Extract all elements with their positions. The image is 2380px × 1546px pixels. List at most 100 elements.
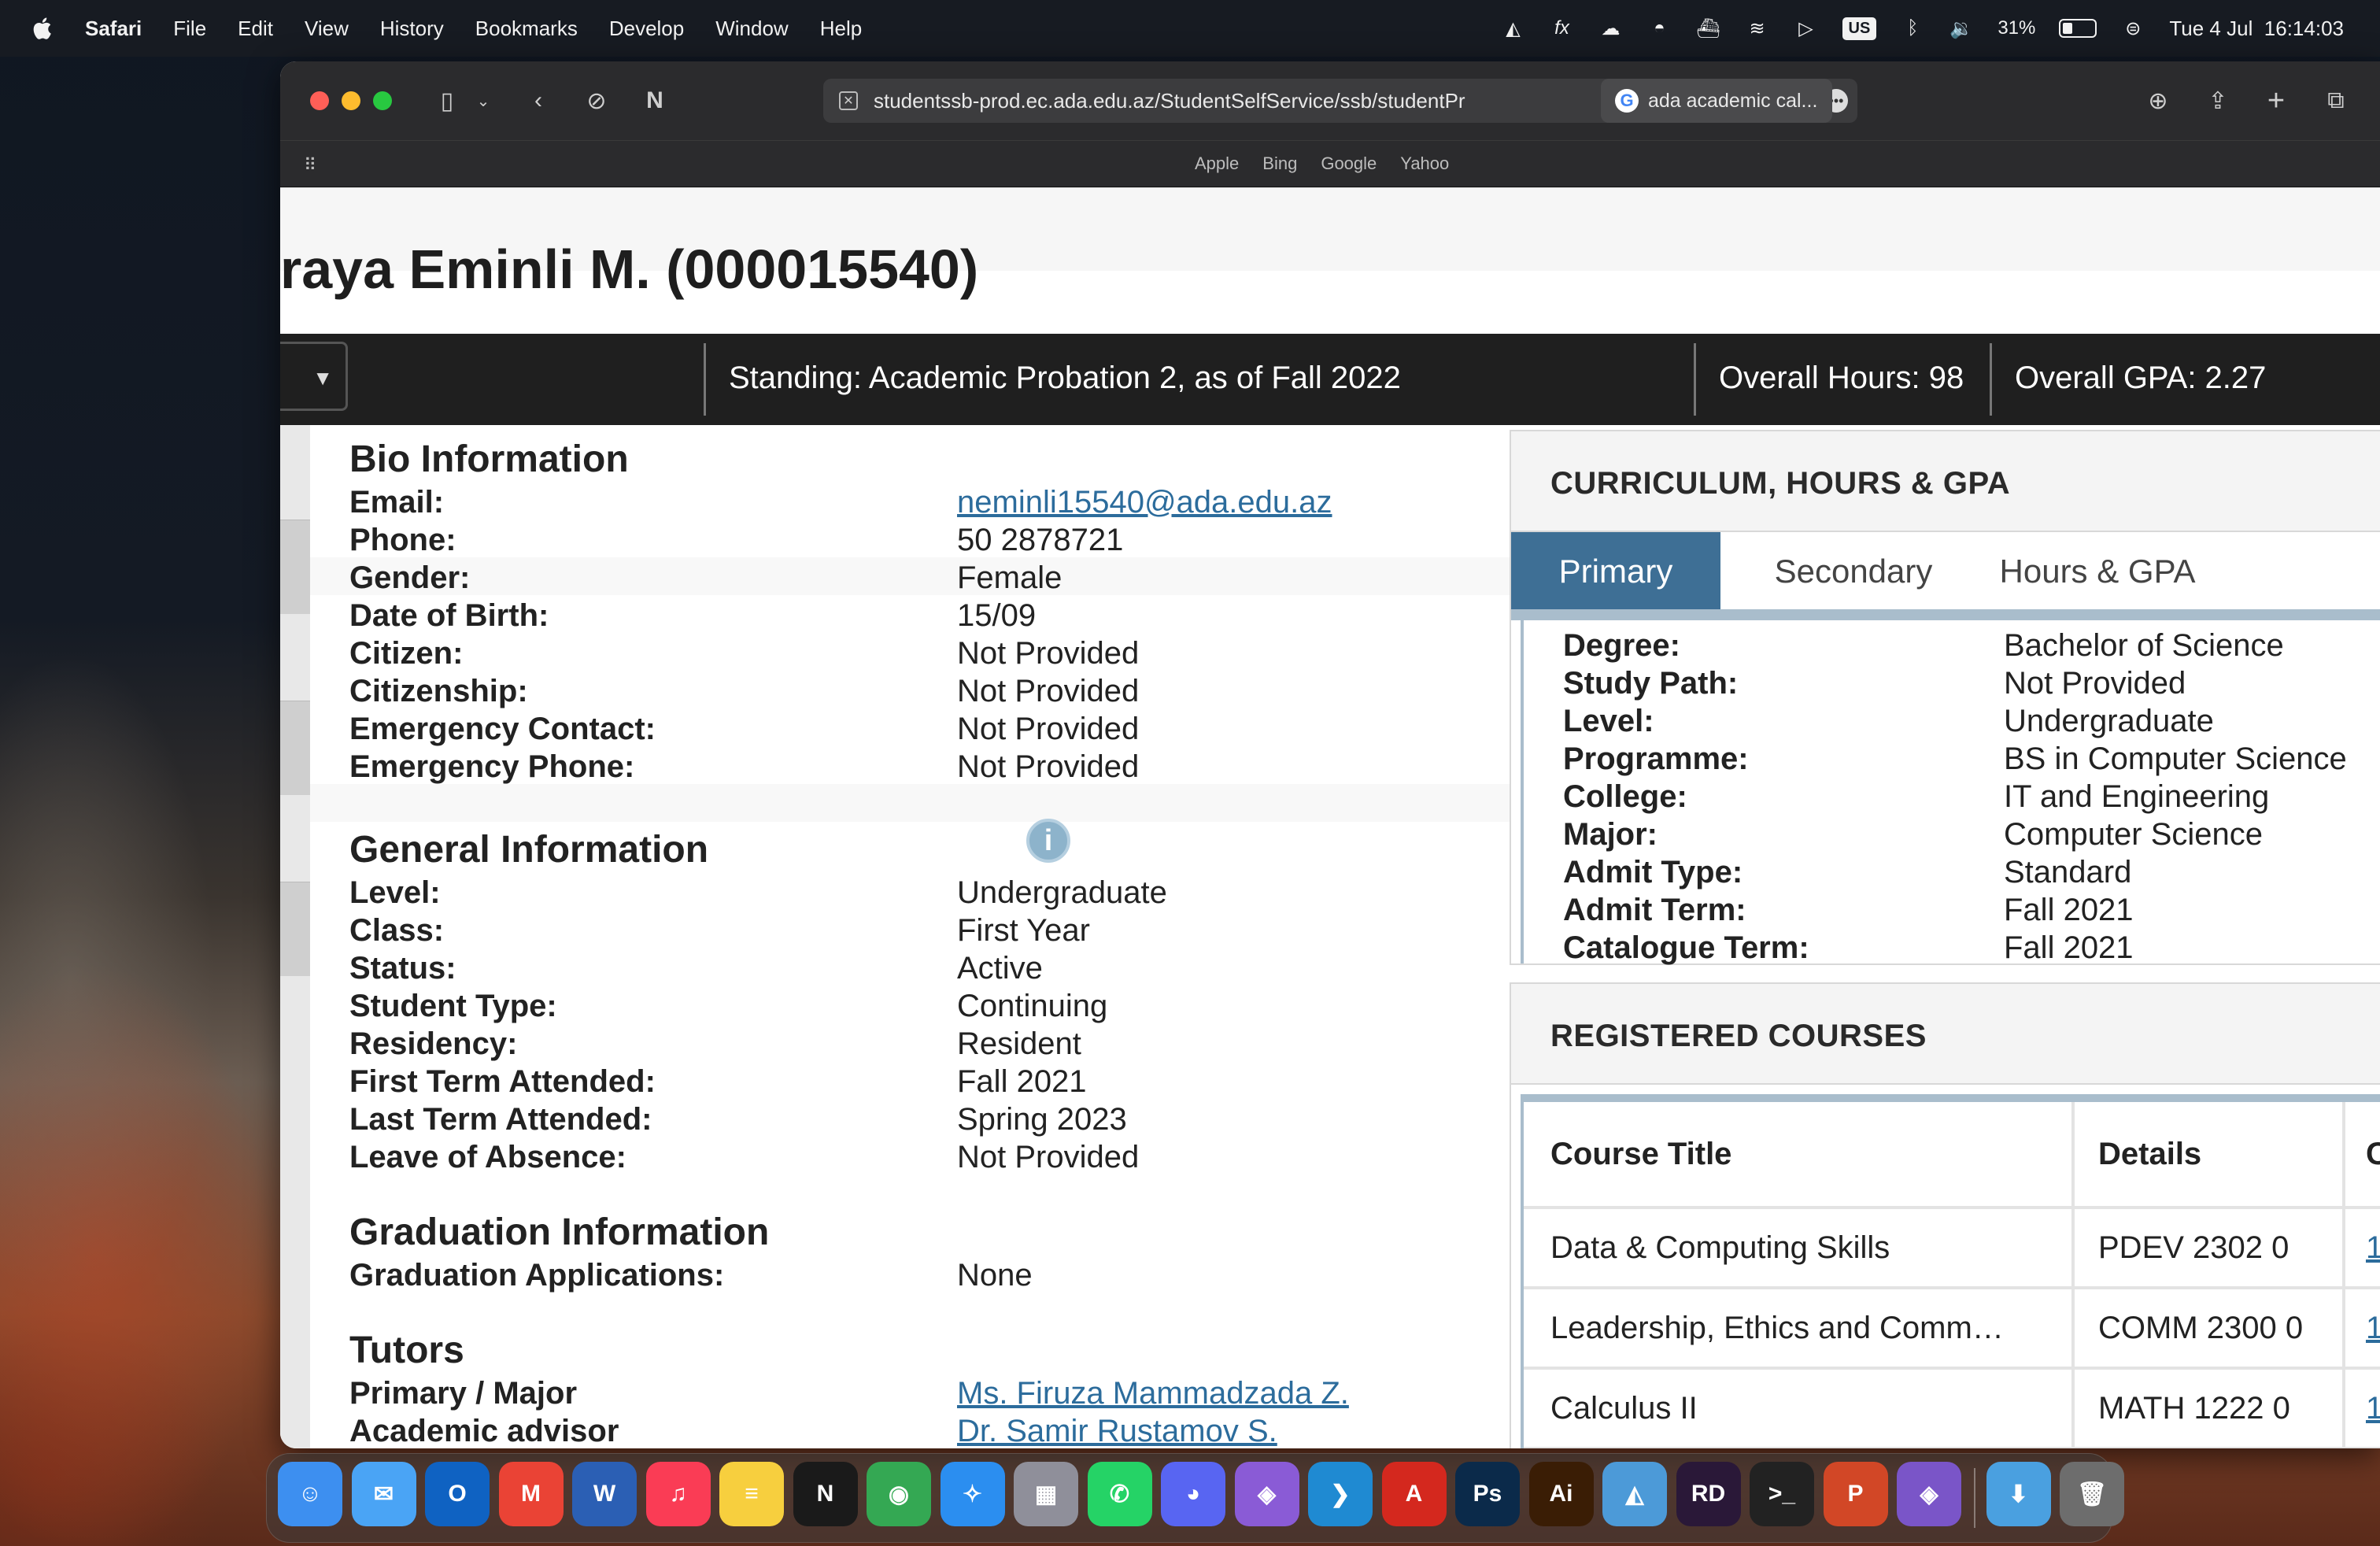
rail-segment[interactable]: [280, 701, 310, 795]
field-label: Level:: [349, 875, 441, 910]
docker-icon[interactable]: ⛴: [1696, 16, 1721, 41]
course-crn-link[interactable]: 1(: [2366, 1209, 2380, 1286]
course-crn-link[interactable]: 1(: [2366, 1289, 2380, 1367]
dock-app-gmail-icon[interactable]: M: [498, 1462, 564, 1526]
input-source-badge[interactable]: US: [1842, 17, 1877, 40]
favorite-yahoo[interactable]: Yahoo: [1400, 153, 1449, 174]
menu-app-name[interactable]: Safari: [85, 17, 142, 41]
safari-extension-icon[interactable]: ⊘: [579, 83, 614, 118]
field-label: First Term Attended:: [349, 1064, 656, 1099]
favorite-google[interactable]: Google: [1321, 153, 1377, 174]
advisor-link[interactable]: Dr. Samir Rustamov S.: [957, 1414, 1277, 1448]
dock-app-safari-icon[interactable]: ✧: [940, 1462, 1005, 1526]
tab-overview-icon[interactable]: ⧉: [2319, 83, 2353, 118]
dock-app-acrobat-icon[interactable]: A: [1381, 1462, 1447, 1526]
menu-window[interactable]: Window: [715, 17, 788, 41]
curriculum-row: Study Path: Not Provided: [1524, 666, 2380, 704]
dock-app-notes-icon[interactable]: ≡: [719, 1462, 784, 1526]
control-center-icon[interactable]: ⊜: [2120, 16, 2145, 41]
menu-help[interactable]: Help: [820, 17, 862, 41]
course-crn-link[interactable]: 1(: [2366, 1370, 2380, 1447]
menu-develop[interactable]: Develop: [609, 17, 684, 41]
dock-app-music-icon[interactable]: ♫: [645, 1462, 711, 1526]
back-icon[interactable]: ‹: [521, 83, 556, 118]
dock-app-word-icon[interactable]: W: [572, 1462, 637, 1526]
curriculum-header: CURRICULUM, HOURS & GPA: [1511, 431, 2380, 532]
play-icon[interactable]: ▷: [1794, 16, 1819, 41]
dock-app-rider-icon[interactable]: RD: [1676, 1462, 1741, 1526]
zoom-window-button[interactable]: [373, 91, 392, 110]
tab-hours-gpa[interactable]: Hours & GPA: [1983, 532, 2212, 611]
downloads-icon[interactable]: ⊕: [2141, 83, 2175, 118]
favorite-bing[interactable]: Bing: [1262, 153, 1297, 174]
function-icon[interactable]: fx: [1550, 16, 1575, 41]
menu-bookmarks[interactable]: Bookmarks: [475, 17, 578, 41]
dock-app-discord-icon[interactable]: ◕: [1161, 1462, 1225, 1526]
new-tab-icon[interactable]: +: [2259, 83, 2293, 118]
field-value: Not Provided: [957, 749, 1140, 784]
bluetooth-icon[interactable]: ᛒ: [1900, 16, 1925, 41]
dock-app-chrome-icon[interactable]: ◉: [867, 1462, 931, 1526]
dock-app-powerpoint-icon[interactable]: P: [1823, 1462, 1888, 1526]
column-divider: [2342, 1102, 2345, 1206]
close-window-button[interactable]: [310, 91, 329, 110]
info-icon[interactable]: i: [1026, 819, 1070, 863]
volume-icon[interactable]: 🔉: [1949, 16, 1974, 41]
dock-app-visual-studio-icon[interactable]: ◈: [1234, 1462, 1299, 1526]
column-divider: [2071, 1370, 2075, 1447]
dock-app-vs-code-icon[interactable]: ❯: [1308, 1462, 1373, 1526]
email-link[interactable]: neminli15540@ada.edu.az: [957, 485, 1332, 520]
apple-menu-icon[interactable]: [30, 15, 57, 42]
favorite-apple[interactable]: Apple: [1195, 153, 1239, 174]
dock-app-trash-icon[interactable]: 🗑: [2060, 1462, 2124, 1526]
dock-app-downloads-icon[interactable]: ⬇: [1986, 1462, 2051, 1526]
general-row-student-type: Student Type: Continuing: [310, 986, 1514, 1023]
dock-app-illustrator-icon[interactable]: Ai: [1528, 1462, 1594, 1526]
courses-table: Course Title Details C Data & Computing …: [1521, 1094, 2380, 1448]
safari-window: ▯ ⌄ ‹ ⊘ N ✕ studentssb-prod.ec.ada.edu.a…: [280, 61, 2380, 1448]
dock-app-launchpad-icon[interactable]: ▦: [1014, 1462, 1078, 1526]
cloud-sync-icon[interactable]: ◓: [1647, 16, 1672, 41]
browser-tab-second[interactable]: G ada academic cal...: [1601, 79, 1832, 123]
student-dropdown[interactable]: ▼: [280, 342, 348, 411]
field-label: Emergency Contact:: [349, 712, 656, 746]
minimize-window-button[interactable]: [342, 91, 360, 110]
dock-app-finder-icon[interactable]: ☺: [278, 1462, 342, 1526]
wifi-icon[interactable]: ≋: [1745, 16, 1770, 41]
page-close-icon[interactable]: ✕: [839, 91, 858, 110]
dock-app-terminal-icon[interactable]: >_: [1750, 1462, 1814, 1526]
tab-secondary[interactable]: Secondary: [1739, 532, 1968, 611]
battery-icon[interactable]: [2059, 19, 2097, 38]
dock-app-docker-icon[interactable]: ◭: [1602, 1462, 1667, 1526]
dock-app-netflix-icon[interactable]: N: [793, 1462, 858, 1526]
bio-row-citizen: Citizen: Not Provided: [310, 633, 1514, 671]
chevron-down-icon[interactable]: ⌄: [466, 83, 501, 118]
dock-app-outlook-icon[interactable]: O: [425, 1462, 490, 1526]
menu-edit[interactable]: Edit: [238, 17, 273, 41]
grid-icon[interactable]: ⠿: [304, 155, 324, 175]
notion-extension-icon[interactable]: N: [638, 83, 672, 118]
rail-segment[interactable]: [280, 882, 310, 976]
column-header-course-title[interactable]: Course Title: [1550, 1102, 1731, 1206]
dock-app-mail-icon[interactable]: ✉: [351, 1462, 416, 1526]
field-label: Class:: [349, 913, 445, 948]
share-icon[interactable]: ⇪: [2201, 83, 2235, 118]
divider: [1694, 343, 1696, 416]
menu-file[interactable]: File: [173, 17, 206, 41]
rail-segment[interactable]: [280, 520, 310, 614]
tab-primary[interactable]: Primary: [1511, 532, 1720, 611]
field-label: Leave of Absence:: [349, 1140, 626, 1174]
dock-app-visual-studio-preview-icon[interactable]: ◈: [1897, 1462, 1961, 1526]
creative-cloud-icon[interactable]: ☁: [1598, 16, 1624, 41]
dock-app-photoshop-icon[interactable]: Ps: [1455, 1462, 1520, 1526]
column-header-details[interactable]: Details: [2098, 1102, 2201, 1206]
menu-view[interactable]: View: [305, 17, 349, 41]
overall-hours: Overall Hours: 98: [1719, 361, 1964, 395]
sidebar-toggle-icon[interactable]: ▯: [430, 83, 464, 118]
dock-app-whatsapp-icon[interactable]: ✆: [1087, 1462, 1152, 1526]
tutor-link[interactable]: Ms. Firuza Mammadzada Z.: [957, 1376, 1349, 1411]
menu-clock[interactable]: Tue 4 Jul 16:14:03: [2169, 17, 2344, 41]
menu-history[interactable]: History: [380, 17, 444, 41]
column-header-c[interactable]: C: [2366, 1102, 2380, 1206]
drive-icon[interactable]: ◭: [1501, 16, 1526, 41]
